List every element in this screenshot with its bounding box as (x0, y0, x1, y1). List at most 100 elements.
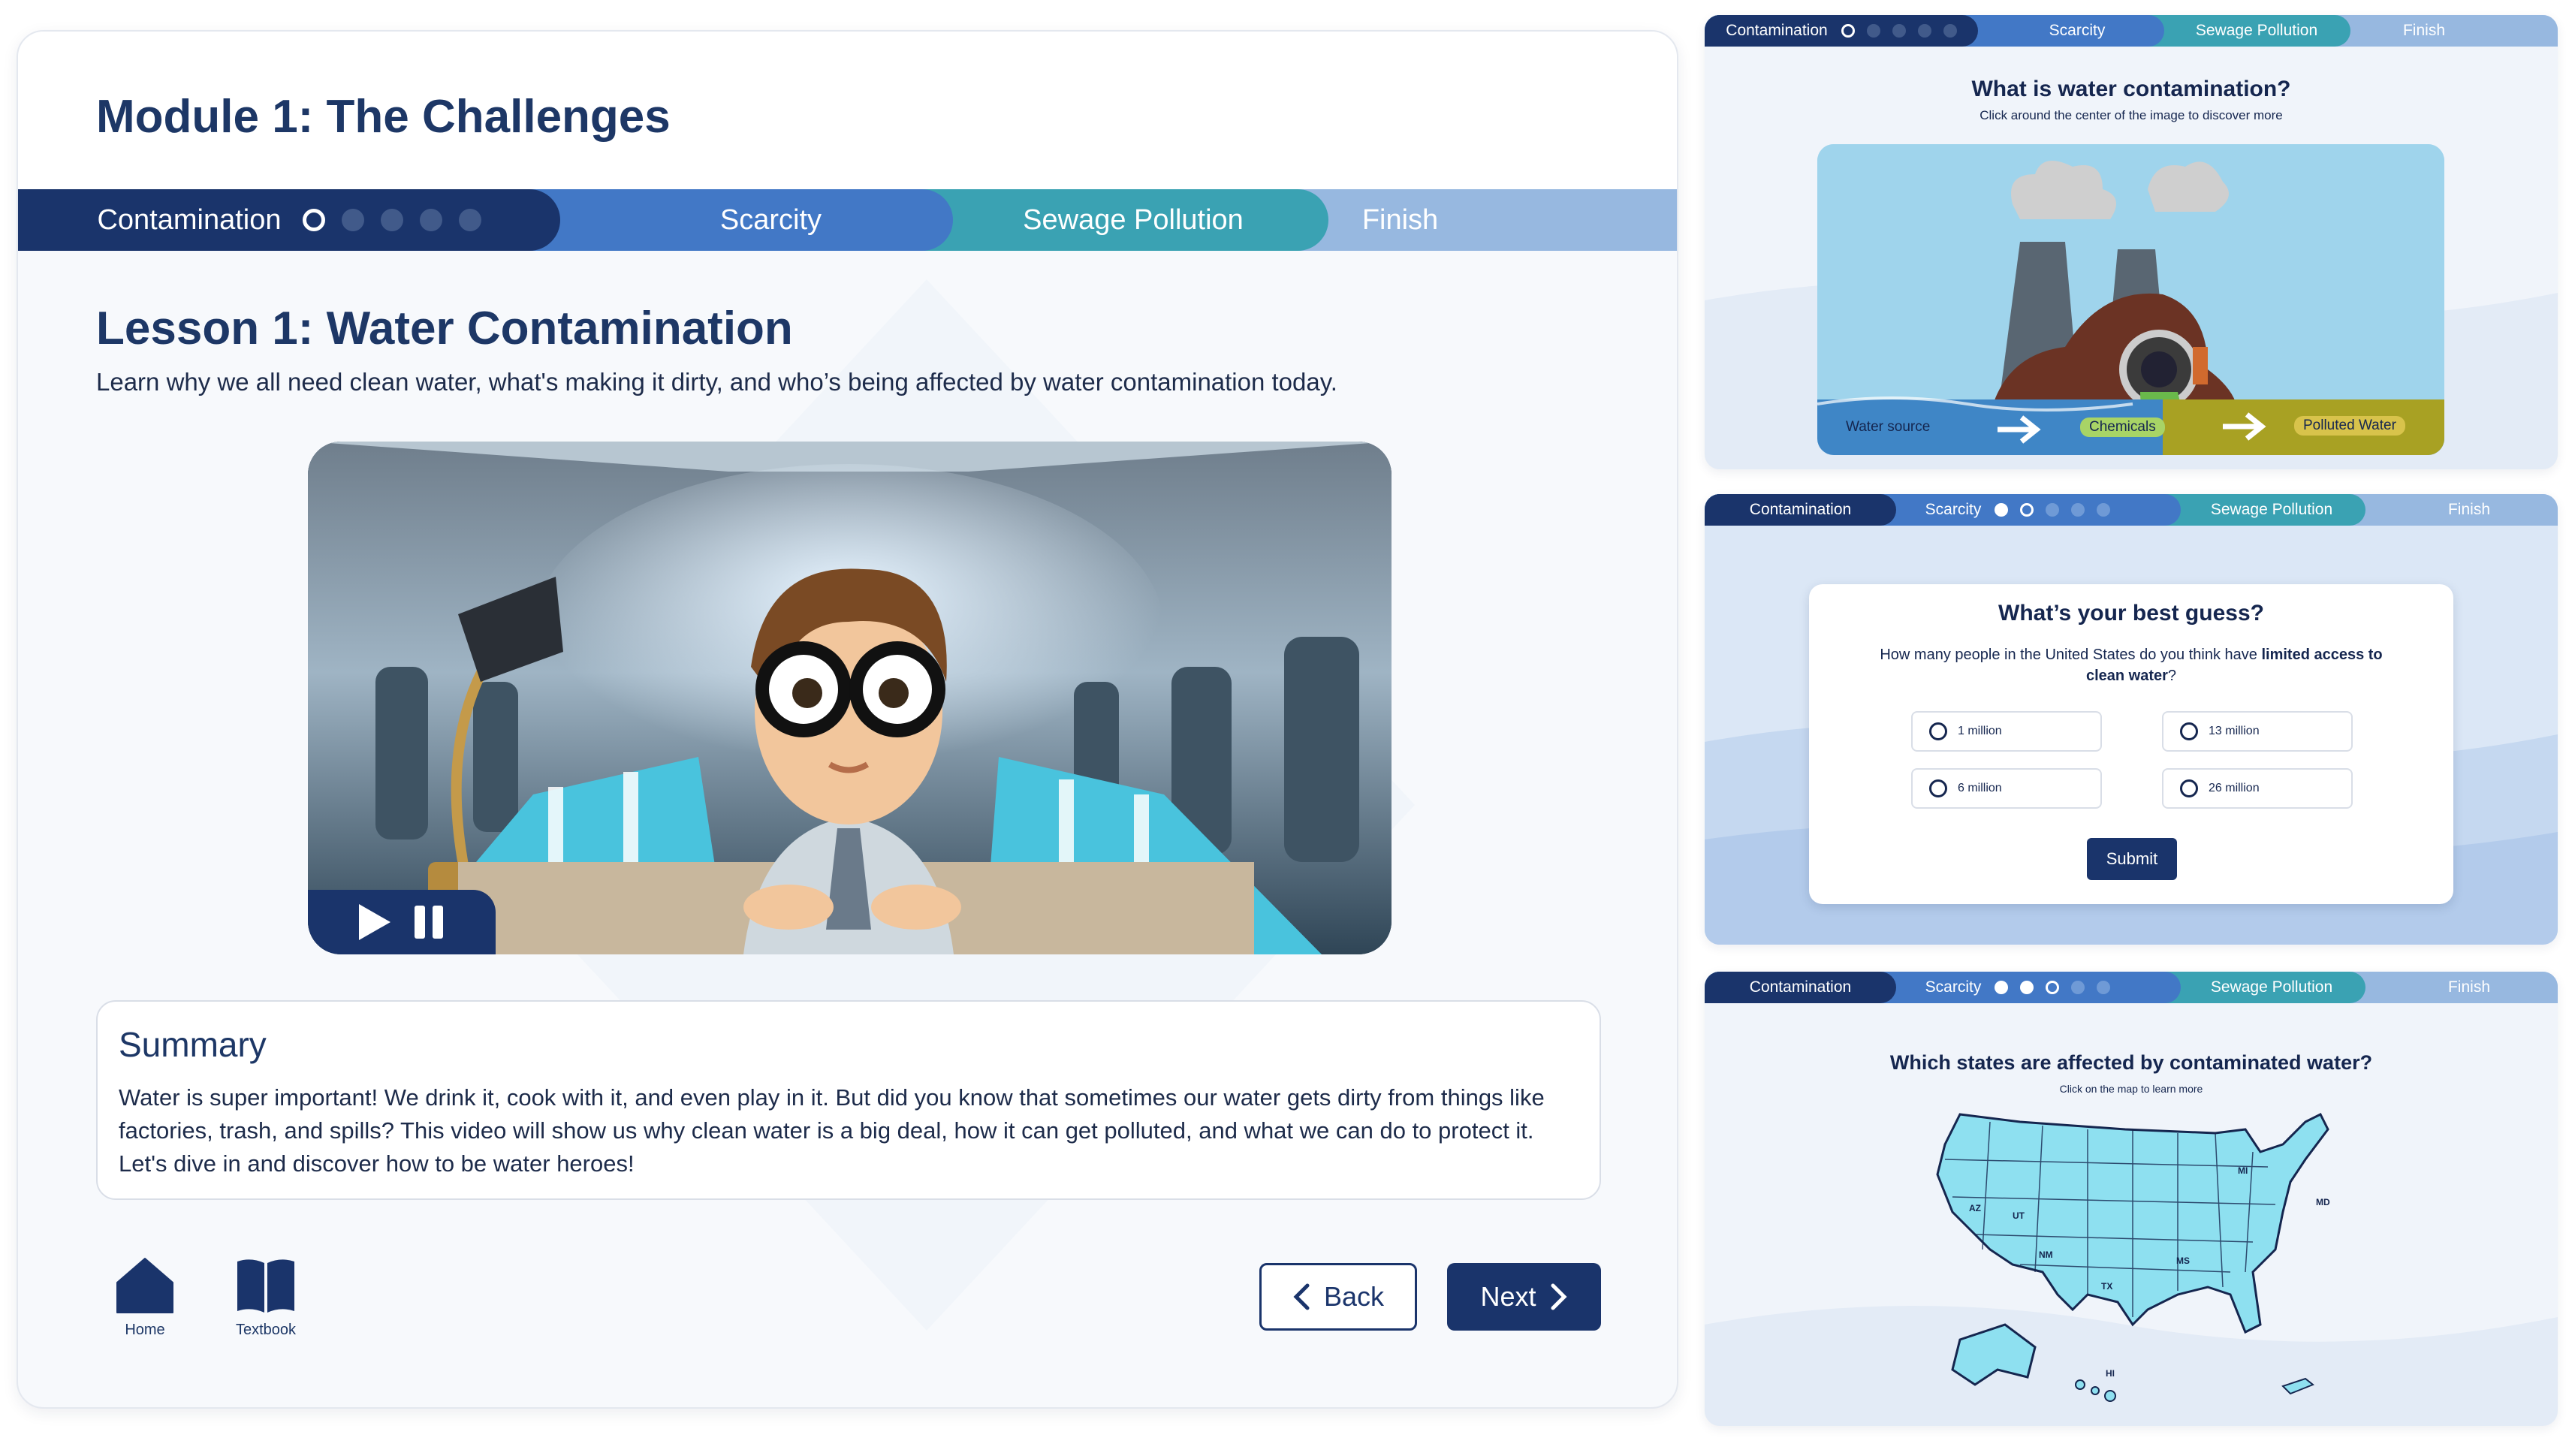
next-button[interactable]: Next (1447, 1263, 1601, 1331)
panel-subtitle: Click around the center of the image to … (1979, 108, 2283, 122)
option-label: 6 million (1958, 782, 2002, 794)
textbook-button[interactable]: Textbook (236, 1257, 296, 1339)
progress-dot-current (302, 209, 325, 231)
home-button[interactable]: Home (116, 1257, 174, 1339)
option-label: 26 million (2209, 782, 2260, 794)
progress-dot (1866, 24, 1880, 38)
progress-dot (2046, 503, 2060, 517)
panel-tab-scarcity-label: Scarcity (1925, 978, 1982, 996)
map-label-nm[interactable]: NM (2039, 1250, 2053, 1260)
progress-dot-current (2020, 503, 2034, 517)
lesson-subtitle: Learn why we all need clean water, what'… (96, 368, 1337, 396)
chevron-right-icon (1551, 1283, 1567, 1310)
panel-tab-finish-label: Finish (2447, 978, 2491, 996)
panel-progress-dots (1995, 503, 2111, 517)
panel-tab-finish-label: Finish (2447, 501, 2491, 518)
submit-button[interactable]: Submit (2087, 838, 2177, 880)
panel-tab-scarcity-label: Scarcity (1925, 501, 1982, 518)
quiz-title: What’s your best guess? (1998, 601, 2264, 626)
radio-icon (2180, 779, 2198, 797)
map-label-tx[interactable]: TX (2101, 1281, 2112, 1292)
chevron-left-icon (1293, 1283, 1310, 1310)
textbook-label: Textbook (236, 1322, 297, 1338)
progress-dot (419, 209, 442, 231)
lesson-title: Lesson 1: Water Contamination (96, 303, 793, 354)
video-controls (308, 890, 496, 954)
panel-tab-contamination-label: Contamination (1726, 22, 1828, 39)
progress-dot (380, 209, 403, 231)
map-label-mi[interactable]: MI (2238, 1165, 2248, 1176)
panel-title: What is water contamination? (1971, 77, 2291, 101)
play-icon[interactable] (357, 903, 392, 942)
panel-tab-finish[interactable]: Finish (2350, 972, 2558, 1003)
option-13-million[interactable]: 13 million (2162, 711, 2353, 752)
summary-card: Summary Water is super important! We dri… (96, 1000, 1601, 1200)
panel-progress-dots (1995, 981, 2111, 994)
lesson-window: Module 1: The Challenges Finish Sewage P… (17, 30, 1678, 1409)
tab-contamination[interactable]: Contamination (18, 189, 560, 251)
summary-text: Water is super important! We drink it, c… (119, 1084, 1545, 1177)
home-label: Home (125, 1322, 165, 1338)
progress-dot (2097, 503, 2111, 517)
preview-panel-map: Finish Sewage Pollution Scarcity Contami… (1705, 972, 2558, 1426)
panel-tab-contamination[interactable]: Contamination (1705, 972, 1896, 1003)
panel-tab-finish-label: Finish (2402, 22, 2446, 39)
panel-progress-dots (1841, 24, 1957, 38)
panel-tab-contamination[interactable]: Contamination (1705, 494, 1896, 526)
label-chemicals[interactable]: Chemicals (2080, 418, 2165, 437)
tab-sewage-pollution-label: Sewage Pollution (1023, 203, 1244, 236)
map-label-hi[interactable]: HI (2106, 1368, 2115, 1379)
contamination-illustration[interactable]: Water source Chemicals Polluted Water (1817, 144, 2444, 455)
tab-finish-label: Finish (1361, 203, 1439, 236)
panel-tab-sewage-label: Sewage Pollution (2210, 501, 2333, 518)
progress-dot-done (1995, 503, 2009, 517)
panel-title: Which states are affected by contaminate… (1889, 1051, 2373, 1074)
panel-tab-scarcity-label: Scarcity (2049, 22, 2106, 39)
panel-tab-contamination-label: Contamination (1749, 978, 1852, 996)
quiz-question: How many people in the United States do … (1809, 644, 2453, 686)
lesson-video[interactable] (308, 442, 1392, 954)
progress-dot (1943, 24, 1957, 38)
progress-dot (1917, 24, 1931, 38)
pause-icon[interactable] (412, 903, 446, 942)
progress-dot-done (1995, 981, 2009, 994)
progress-dots (302, 209, 481, 231)
next-label: Next (1480, 1281, 1536, 1312)
summary-title: Summary (119, 1025, 267, 1064)
quiz-card: What’s your best guess? How many people … (1809, 584, 2453, 904)
book-icon (237, 1259, 295, 1313)
home-icon (116, 1258, 173, 1313)
option-label: 1 million (1958, 725, 2002, 737)
panel-progress-tabs: Finish Sewage Pollution Scarcity Contami… (1705, 494, 2558, 526)
label-water-source[interactable]: Water source (1838, 418, 1937, 437)
us-map[interactable]: MI MD AZ UT NM TX MS HI (1930, 1099, 2350, 1415)
preview-panel-contamination: Finish Sewage Pollution Scarcity Contami… (1705, 15, 2558, 469)
module-title: Module 1: The Challenges (96, 91, 671, 143)
map-label-md[interactable]: MD (2316, 1197, 2330, 1207)
factory-illustration (1817, 144, 2444, 455)
progress-dot-done (2020, 981, 2034, 994)
progress-dot (341, 209, 364, 231)
back-button[interactable]: Back (1259, 1263, 1417, 1331)
option-label: 13 million (2209, 725, 2260, 737)
map-label-ms[interactable]: MS (2176, 1256, 2190, 1266)
option-26-million[interactable]: 26 million (2162, 768, 2353, 809)
label-polluted-water[interactable]: Polluted Water (2294, 416, 2405, 436)
tab-scarcity-label: Scarcity (719, 203, 822, 236)
tab-contamination-label: Contamination (97, 203, 282, 236)
radio-icon (2180, 722, 2198, 740)
panel-subtitle: Click on the map to learn more (2059, 1083, 2203, 1095)
map-label-ut[interactable]: UT (2013, 1210, 2025, 1221)
panel-tab-contamination[interactable]: Contamination (1705, 15, 1978, 47)
video-frame-illustration (308, 442, 1392, 954)
progress-dot (2097, 981, 2111, 994)
panel-tab-finish[interactable]: Finish (2350, 494, 2558, 526)
map-label-az[interactable]: AZ (1969, 1203, 1981, 1213)
option-1-million[interactable]: 1 million (1911, 711, 2102, 752)
panel-tab-sewage-label: Sewage Pollution (2195, 22, 2318, 39)
panel-progress-tabs: Finish Sewage Pollution Scarcity Contami… (1705, 972, 2558, 1003)
header: Module 1: The Challenges (18, 32, 1677, 189)
progress-dot-current (1841, 24, 1855, 38)
option-6-million[interactable]: 6 million (1911, 768, 2102, 809)
radio-icon (1929, 722, 1947, 740)
